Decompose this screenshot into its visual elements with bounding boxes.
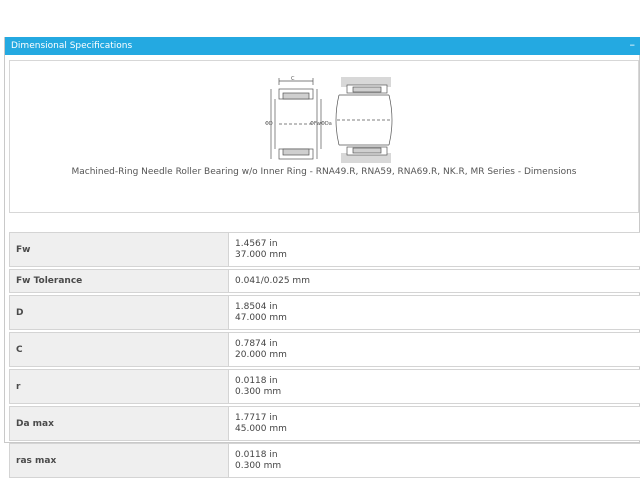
spec-value: 0.041/0.025 mm <box>229 269 640 293</box>
dimensional-specifications-panel: Dimensional Specifications – C ΦD ΦFw ΦD… <box>4 37 640 478</box>
spec-value-line: 0.7874 in <box>235 338 278 349</box>
spec-label: r <box>9 369 229 404</box>
spec-value-line: 0.041/0.025 mm <box>235 275 310 286</box>
spec-value: 1.4567 in 37.000 mm <box>229 232 640 267</box>
table-row: Fw 1.4567 in 37.000 mm <box>9 232 640 267</box>
spec-value-line: 0.300 mm <box>235 386 282 397</box>
spec-value: 1.8504 in 47.000 mm <box>229 295 640 330</box>
spec-value-line: 45.000 mm <box>235 423 287 434</box>
spec-label: Da max <box>9 406 229 441</box>
panel-title: Dimensional Specifications <box>11 41 133 51</box>
spec-value-line: 0.0118 in <box>235 375 278 386</box>
figure-caption: Machined-Ring Needle Roller Bearing w/o … <box>71 167 577 177</box>
table-row: D 1.8504 in 47.000 mm <box>9 295 640 330</box>
dimension-figure: C ΦD ΦFw ΦDa Machined-Ring Needle Roller… <box>9 60 639 213</box>
spec-value: 1.7717 in 45.000 mm <box>229 406 640 441</box>
spec-label: Fw Tolerance <box>9 269 229 293</box>
collapse-icon[interactable]: – <box>630 38 636 52</box>
table-row: C 0.7874 in 20.000 mm <box>9 332 640 367</box>
spec-value-line: 20.000 mm <box>235 349 287 360</box>
diagram-label-d: ΦD <box>265 121 273 127</box>
spec-value-line: 47.000 mm <box>235 312 287 323</box>
diagram-label-c: C <box>291 76 295 82</box>
spec-label: Fw <box>9 232 229 267</box>
spec-value: 0.0118 in 0.300 mm <box>229 443 640 478</box>
spec-value-line: 1.7717 in <box>235 412 278 423</box>
spec-value: 0.7874 in 20.000 mm <box>229 332 640 367</box>
spec-value-line: 1.4567 in <box>235 238 278 249</box>
table-row: Da max 1.7717 in 45.000 mm <box>9 406 640 441</box>
table-row: Fw Tolerance 0.041/0.025 mm <box>9 269 640 293</box>
panel-header[interactable]: Dimensional Specifications – <box>5 37 640 55</box>
spec-label: D <box>9 295 229 330</box>
spec-value-line: 0.0118 in <box>235 449 278 460</box>
table-row: ras max 0.0118 in 0.300 mm <box>9 443 640 478</box>
diagram-label-fw: ΦFw <box>310 121 321 127</box>
specs-table: Fw 1.4567 in 37.000 mm Fw Tolerance 0.041… <box>9 230 640 480</box>
diagram-label-da: ΦDa <box>321 121 332 127</box>
table-row: r 0.0118 in 0.300 mm <box>9 369 640 404</box>
spec-value-line: 1.8504 in <box>235 301 278 312</box>
spec-label: ras max <box>9 443 229 478</box>
bearing-diagram-icon: C ΦD ΦFw ΦDa <box>265 76 393 163</box>
spec-value: 0.0118 in 0.300 mm <box>229 369 640 404</box>
spec-value-line: 37.000 mm <box>235 249 287 260</box>
spec-label: C <box>9 332 229 367</box>
spec-value-line: 0.300 mm <box>235 460 282 471</box>
